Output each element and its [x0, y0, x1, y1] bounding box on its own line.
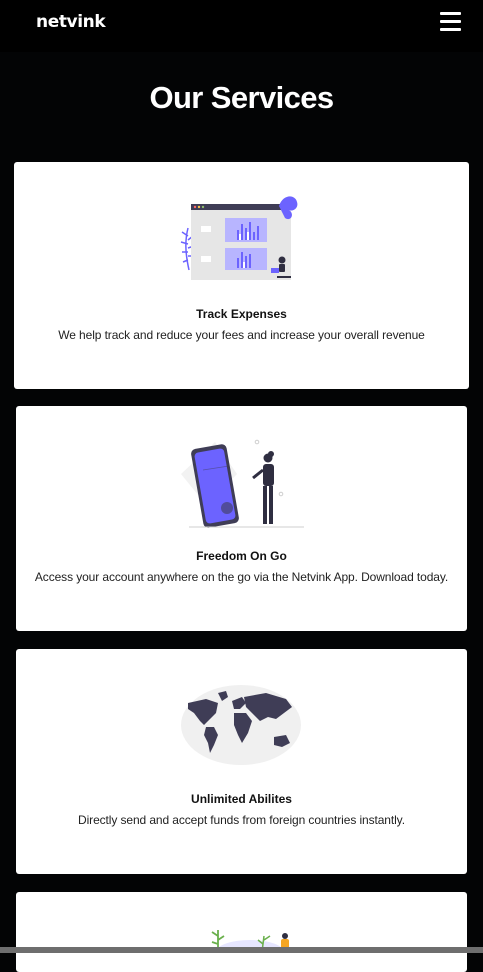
navbar: netvink [0, 0, 483, 52]
service-card-freedom-on-go: Freedom On Go Access your account anywhe… [16, 406, 467, 631]
service-card-track-expenses: Track Expenses We help track and reduce … [14, 162, 469, 389]
service-title: Unlimited Abilites [191, 792, 292, 806]
service-description: We help track and reduce your fees and i… [58, 328, 425, 342]
service-description: Access your account anywhere on the go v… [34, 570, 449, 584]
service-title: Freedom On Go [196, 549, 287, 563]
service-card-unlimited-abilities: Unlimited Abilites Directly send and acc… [16, 649, 467, 874]
hamburger-menu-icon[interactable] [440, 12, 461, 32]
service-description: Directly send and accept funds from fore… [78, 813, 405, 827]
dashboard-analytics-illustration [180, 196, 298, 280]
bottom-strip [0, 947, 483, 953]
service-card-partial [16, 892, 467, 972]
mobile-phone-illustration [181, 439, 304, 528]
world-map-illustration [181, 685, 301, 765]
service-title: Track Expenses [196, 307, 287, 321]
page-title: Our Services [149, 80, 334, 115]
brand-logo[interactable]: netvink [36, 12, 106, 32]
